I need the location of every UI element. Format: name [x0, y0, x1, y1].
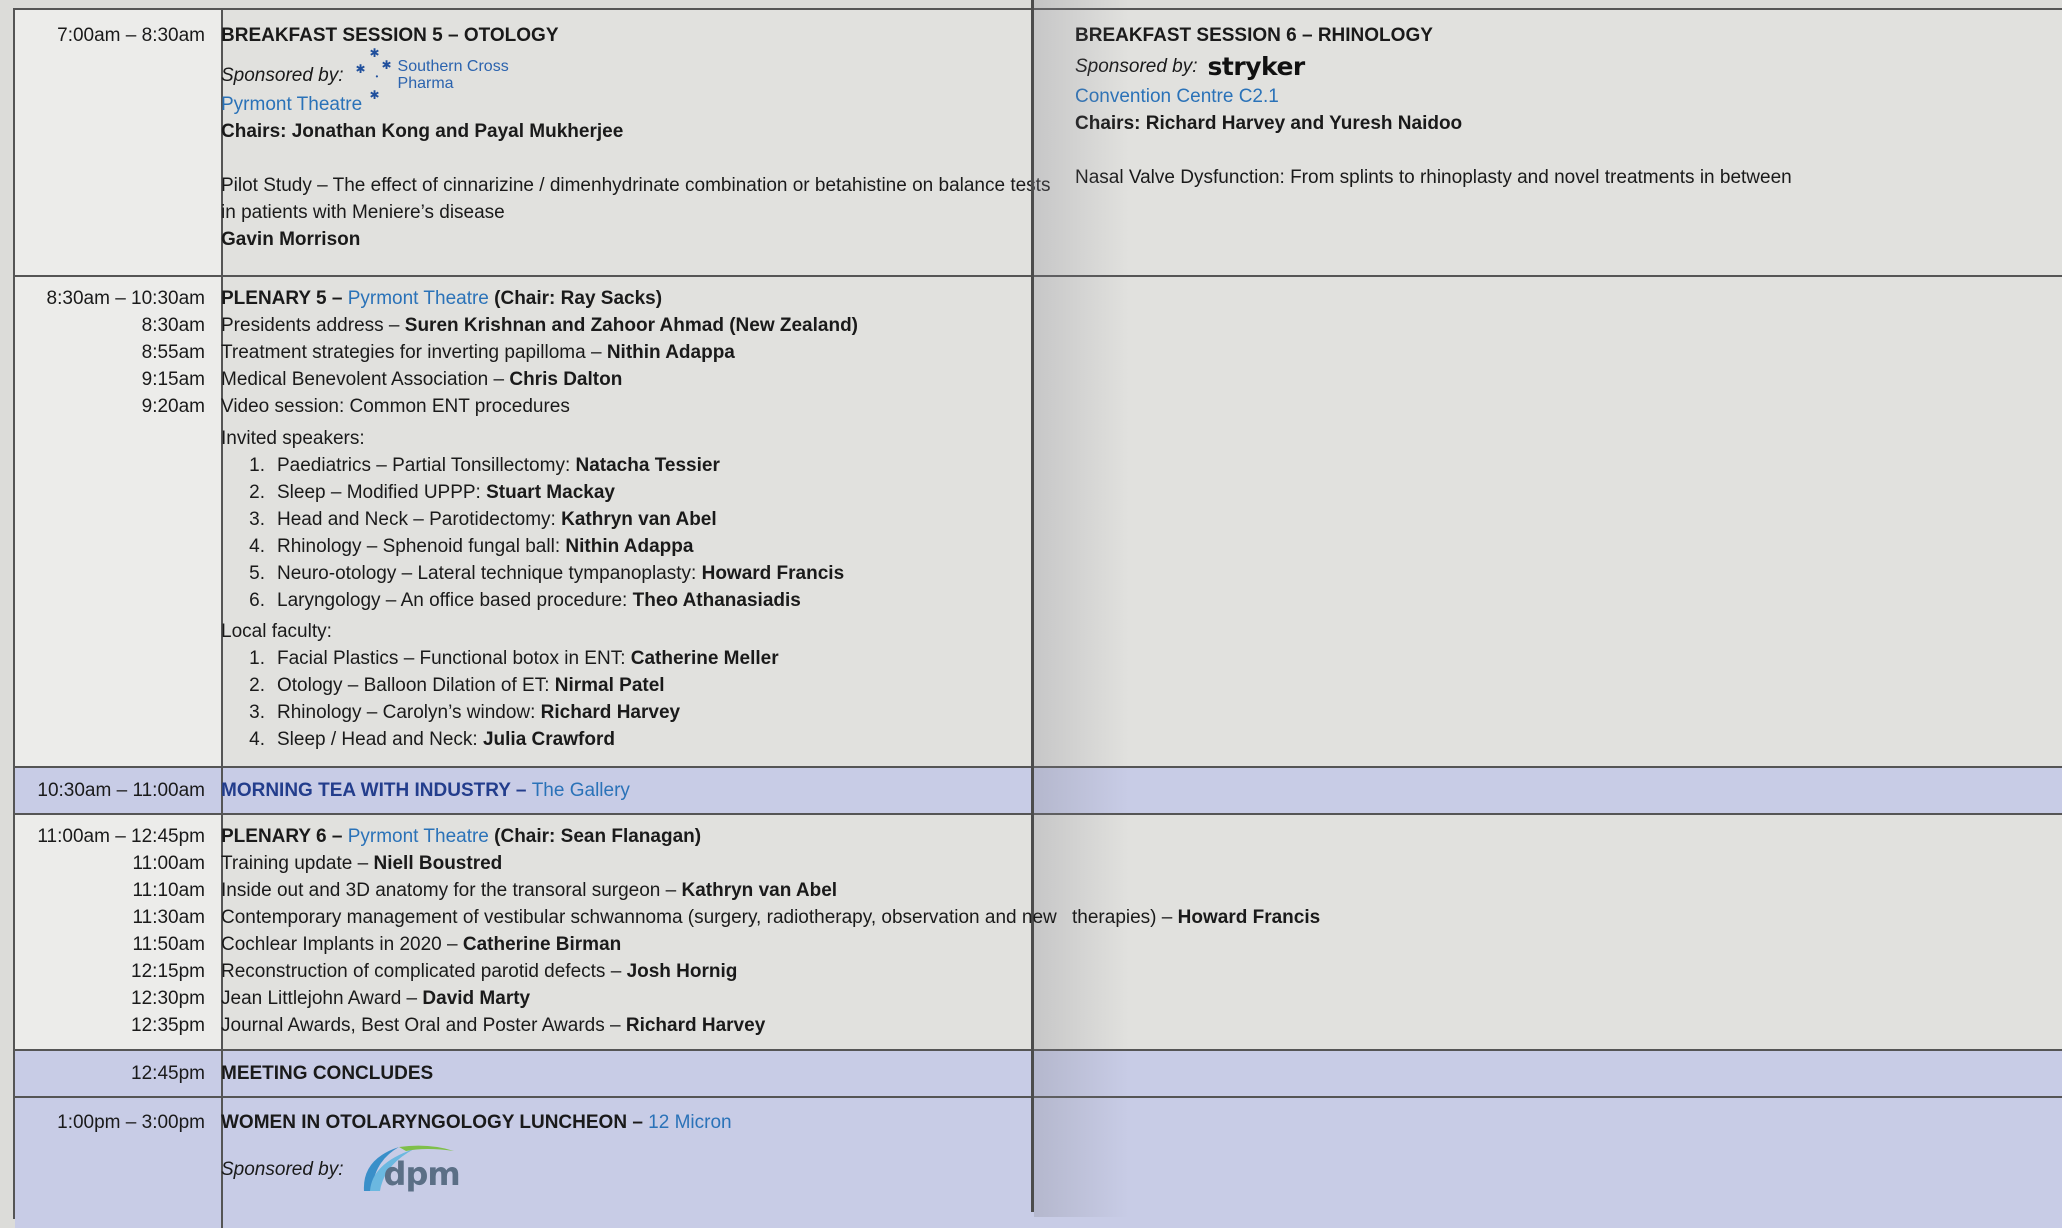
breakfast-session-6: BREAKFAST SESSION 6 – RHINOLOGY Sponsore… [1075, 10, 2055, 275]
breakfast-row: 7:00am – 8:30am BREAKFAST SESSION 5 – OT… [15, 10, 2062, 277]
session-title: BREAKFAST SESSION 5 – OTOLOGY [221, 25, 559, 46]
sponsored-by-label: Sponsored by: [1075, 55, 1198, 77]
list-item: 6. Laryngology – An office based procedur… [249, 590, 801, 611]
invited-speakers-label: Invited speakers: [221, 428, 365, 449]
list-item: 3. Rhinology – Carolyn’s window: Richard … [249, 702, 681, 723]
venue-link[interactable]: Pyrmont Theatre [221, 91, 1040, 118]
item-time: 8:30am [141, 315, 205, 336]
agenda-item: Inside out and 3D anatomy for the transo… [221, 880, 838, 901]
session-time: 11:00am – 12:45pm [37, 826, 205, 847]
list-item: 1. Paediatrics – Partial Tonsillectomy: N… [249, 455, 720, 476]
session-title: BREAKFAST SESSION 6 – RHINOLOGY [1075, 25, 1433, 46]
session-time: 8:30am – 10:30am [46, 288, 205, 309]
luncheon-row: 1:00pm – 3:00pm WOMEN IN OTOLARYNGOLOGY … [15, 1098, 2062, 1228]
time-cell: 1:00pm – 3:00pm [15, 1098, 223, 1228]
agenda-item: Reconstruction of complicated parotid de… [221, 961, 738, 982]
session-time: 1:00pm – 3:00pm [57, 1112, 205, 1133]
talk-title-line-2: in patients with Meniere’s disease [221, 202, 505, 223]
list-item: 4. Sleep / Head and Neck: Julia Crawford [249, 729, 615, 750]
list-item: 1. Facial Plastics – Functional botox in … [249, 648, 779, 669]
sponsor-line: Sponsored by: stryker [1075, 49, 2055, 83]
sponsor-line: Sponsored by: dpm [221, 1139, 1040, 1199]
plenary-5-content: PLENARY 5 – Pyrmont Theatre (Chair: Ray … [207, 277, 1040, 766]
item-time: 11:10am [132, 880, 205, 901]
agenda-item: Presidents address – Suren Krishnan and … [221, 315, 859, 336]
agenda-item: Training update – Niell Boustred [221, 853, 503, 874]
agenda-item: Medical Benevolent Association – Chris D… [221, 369, 623, 390]
agenda-item: Contemporary management of vestibular sc… [221, 907, 1321, 928]
column-divider [1031, 0, 1034, 1212]
list-item: 2. Otology – Balloon Dilation of ET: Nirm… [249, 675, 665, 696]
item-time: 11:30am [132, 907, 205, 928]
meeting-concludes-row: 12:45pm MEETING CONCLUDES [15, 1051, 2062, 1098]
item-time: 9:20am [141, 396, 205, 417]
sponsored-by-label: Sponsored by: [221, 64, 344, 86]
southern-cross-pharma-logo: ✱ ✱ ✱ • ✱ Southern Cross Pharma [355, 46, 509, 102]
time-cell: 7:00am – 8:30am [15, 10, 223, 275]
agenda-item: Video session: Common ENT procedures [221, 396, 570, 417]
venue-link[interactable]: Pyrmont Theatre [348, 826, 489, 847]
meeting-concludes-content: MEETING CONCLUDES [207, 1051, 1040, 1096]
session-chairs: Chairs: Jonathan Kong and Payal Mukherje… [221, 121, 624, 142]
list-item: 5. Neuro-otology – Lateral technique tymp… [249, 563, 845, 584]
talk-title: Nasal Valve Dysfunction: From splints to… [1075, 167, 1792, 188]
list-item: 4. Rhinology – Sphenoid fungal ball: Nith… [249, 536, 694, 557]
item-time: 8:55am [141, 342, 205, 363]
plenary-6-row: 11:00am – 12:45pm 11:00am 11:10am 11:30a… [15, 815, 2062, 1051]
sponsored-by-label: Sponsored by: [221, 1158, 344, 1180]
session-heading: WOMEN IN OTOLARYNGOLOGY LUNCHEON – 12 Mi… [221, 1112, 732, 1133]
luncheon-content: WOMEN IN OTOLARYNGOLOGY LUNCHEON – 12 Mi… [207, 1098, 1040, 1228]
item-time: 12:35pm [131, 1015, 205, 1036]
item-time: 11:50am [132, 934, 205, 955]
time-cell: 12:45pm [15, 1051, 223, 1096]
session-heading: MORNING TEA WITH INDUSTRY – The Gallery [221, 780, 630, 801]
session-heading: PLENARY 5 – Pyrmont Theatre (Chair: Ray … [221, 288, 663, 309]
session-time: 12:45pm [131, 1063, 205, 1084]
talk-speaker: Gavin Morrison [221, 229, 361, 250]
agenda-item: Journal Awards, Best Oral and Poster Awa… [221, 1015, 766, 1036]
plenary-6-content: PLENARY 6 – Pyrmont Theatre (Chair: Sean… [207, 815, 1507, 1049]
program-page: 7:00am – 8:30am BREAKFAST SESSION 5 – OT… [13, 8, 2062, 1228]
agenda-item: Cochlear Implants in 2020 – Catherine Bi… [221, 934, 622, 955]
stryker-logo: stryker [1207, 51, 1306, 81]
venue-link[interactable]: Pyrmont Theatre [348, 288, 489, 309]
session-heading: PLENARY 6 – Pyrmont Theatre (Chair: Sean… [221, 826, 702, 847]
agenda-item: Jean Littlejohn Award – David Marty [221, 988, 531, 1009]
list-item: 3. Head and Neck – Parotidectomy: Kathryn… [249, 509, 717, 530]
venue-link[interactable]: 12 Micron [648, 1112, 731, 1133]
list-item: 2. Sleep – Modified UPPP: Stuart Mackay [249, 482, 615, 503]
talk-title-line-1: Pilot Study – The effect of cinnarizine … [221, 175, 1051, 196]
item-time: 12:30pm [131, 988, 205, 1009]
breakfast-session-5: BREAKFAST SESSION 5 – OTOLOGY Sponsored … [207, 10, 1051, 275]
southern-cross-stars-icon: ✱ ✱ ✱ • ✱ [355, 46, 392, 102]
venue-link[interactable]: The Gallery [532, 780, 630, 801]
session-time: 10:30am – 11:00am [37, 780, 205, 801]
morning-tea-content: MORNING TEA WITH INDUSTRY – The Gallery [207, 768, 1040, 813]
time-cell: 8:30am – 10:30am 8:30am 8:55am 9:15am 9:… [15, 277, 223, 766]
item-time: 9:15am [141, 369, 205, 390]
dpm-logo: dpm [354, 1141, 461, 1197]
session-heading: MEETING CONCLUDES [221, 1063, 434, 1084]
item-time: 11:00am [132, 853, 205, 874]
time-cell: 11:00am – 12:45pm 11:00am 11:10am 11:30a… [15, 815, 223, 1049]
agenda-item: Treatment strategies for inverting papil… [221, 342, 735, 363]
morning-tea-row: 10:30am – 11:00am MORNING TEA WITH INDUS… [15, 768, 2062, 815]
venue-link[interactable]: Convention Centre C2.1 [1075, 83, 2055, 110]
plenary-5-row: 8:30am – 10:30am 8:30am 8:55am 9:15am 9:… [15, 277, 2062, 768]
session-chairs: Chairs: Richard Harvey and Yuresh Naidoo [1075, 113, 1463, 134]
time-cell: 10:30am – 11:00am [15, 768, 223, 813]
item-time: 12:15pm [131, 961, 205, 982]
local-faculty-label: Local faculty: [221, 621, 332, 642]
session-time: 7:00am – 8:30am [57, 25, 205, 46]
